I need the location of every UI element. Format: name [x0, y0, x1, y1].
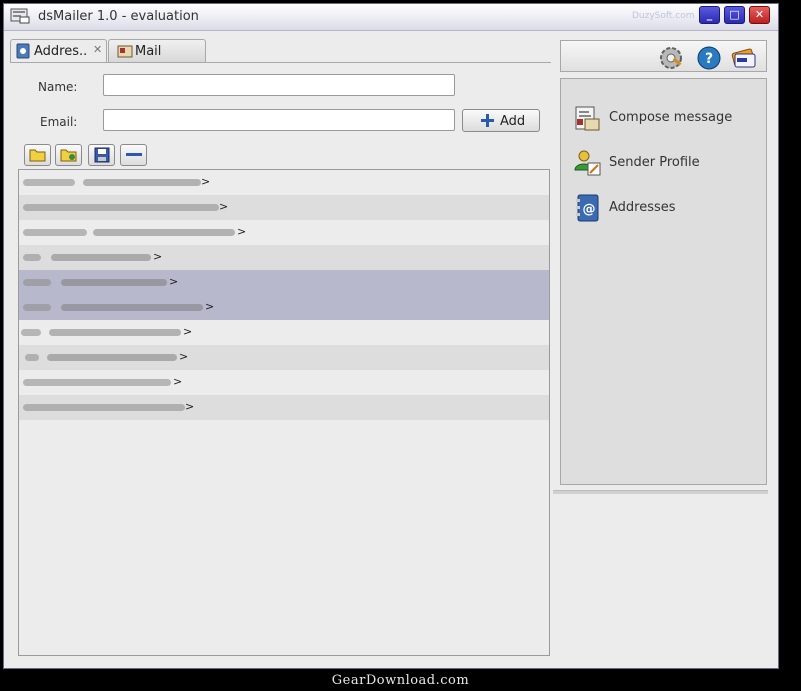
save-list-button[interactable] [88, 144, 115, 166]
import-list-button[interactable] [55, 144, 82, 166]
name-input[interactable] [103, 74, 455, 96]
compose-message-action[interactable]: Compose message [571, 103, 761, 137]
table-row[interactable]: > [19, 195, 549, 220]
tab-close-icon[interactable]: ✕ [93, 43, 102, 56]
sender-profile-action[interactable]: Sender Profile [571, 148, 761, 182]
close-button[interactable]: ✕ [749, 6, 770, 24]
name-label: Name: [38, 80, 78, 94]
blurred-text [23, 404, 185, 411]
row-tail: > [201, 175, 211, 188]
buy-card-icon[interactable] [731, 45, 757, 71]
svg-text:@: @ [583, 202, 596, 217]
remove-icon [126, 153, 142, 156]
blurred-text [23, 229, 87, 236]
blurred-text [23, 279, 51, 286]
title-bar[interactable]: dsMailer 1.0 - evaluation DuzySoft.com _… [4, 4, 778, 31]
blurred-text [49, 329, 181, 336]
blurred-text [61, 304, 203, 311]
row-tail: > [173, 375, 183, 388]
settings-icon[interactable] [658, 45, 684, 71]
brand-label: DuzySoft.com [632, 11, 695, 21]
blurred-text [23, 379, 171, 386]
open-list-button[interactable] [24, 144, 51, 166]
remove-contact-button[interactable] [120, 144, 147, 166]
table-row[interactable]: > [19, 395, 549, 420]
addresses-label: Addresses [609, 200, 676, 215]
row-tail: > [169, 275, 179, 288]
row-tail: > [219, 200, 229, 213]
blurred-text [47, 354, 177, 361]
blurred-text [23, 304, 51, 311]
address-book-icon [16, 43, 30, 59]
window-title: dsMailer 1.0 - evaluation [38, 9, 199, 24]
svg-text:?: ? [705, 51, 713, 67]
watermark: GearDownload.com [331, 673, 470, 688]
email-label: Email: [40, 115, 78, 129]
blurred-text [51, 254, 151, 261]
tab-mail[interactable]: Mail [108, 39, 206, 62]
blurred-text [21, 329, 41, 336]
contact-list[interactable]: > > > > > > > > > > [18, 169, 550, 656]
tab-addresses-label: Addres.. [34, 44, 88, 59]
right-toolbar: ? [560, 40, 767, 72]
table-row[interactable]: > [19, 345, 549, 370]
email-input[interactable] [103, 109, 455, 131]
blurred-text [93, 229, 235, 236]
actions-panel: Compose message Sender Profile @ Address… [560, 78, 767, 485]
address-book-icon: @ [576, 194, 599, 222]
row-tail: > [205, 300, 215, 313]
panel-splitter[interactable] [553, 490, 768, 494]
blurred-text [23, 204, 219, 211]
table-row-selected[interactable]: > [19, 270, 549, 295]
open-folder-icon [29, 149, 46, 162]
row-tail: > [183, 325, 193, 338]
maximize-button[interactable]: □ [724, 6, 745, 24]
app-window: dsMailer 1.0 - evaluation DuzySoft.com _… [3, 3, 779, 669]
blurred-text [83, 179, 201, 186]
sender-profile-label: Sender Profile [609, 155, 700, 170]
blurred-text [25, 354, 39, 361]
tab-divider [10, 62, 551, 63]
mail-icon [117, 45, 133, 58]
import-folder-icon [60, 149, 77, 162]
save-icon [94, 147, 110, 163]
table-row-selected[interactable]: > [19, 295, 549, 320]
minimize-button[interactable]: _ [699, 6, 720, 24]
compose-message-label: Compose message [609, 110, 733, 125]
table-row[interactable]: > [19, 320, 549, 345]
add-button-label: Add [500, 114, 526, 129]
app-mail-icon [10, 8, 30, 24]
addresses-action[interactable]: @ Addresses [571, 193, 761, 227]
blurred-text [23, 254, 41, 261]
compose-message-icon [575, 106, 600, 131]
row-tail: > [185, 400, 195, 413]
row-tail: > [179, 350, 189, 363]
sender-profile-icon [574, 150, 601, 176]
tab-addresses[interactable]: Addres.. ✕ [10, 39, 107, 63]
blurred-text [61, 279, 167, 286]
blurred-text [23, 179, 75, 186]
plus-icon [481, 114, 494, 127]
table-row[interactable]: > [19, 170, 549, 195]
row-tail: > [237, 225, 247, 238]
table-row[interactable]: > [19, 245, 549, 270]
table-row[interactable]: > [19, 370, 549, 395]
add-button[interactable]: Add [462, 109, 540, 132]
table-row[interactable]: > [19, 220, 549, 245]
help-icon[interactable]: ? [696, 45, 722, 71]
tab-mail-label: Mail [135, 44, 162, 59]
row-tail: > [153, 250, 163, 263]
